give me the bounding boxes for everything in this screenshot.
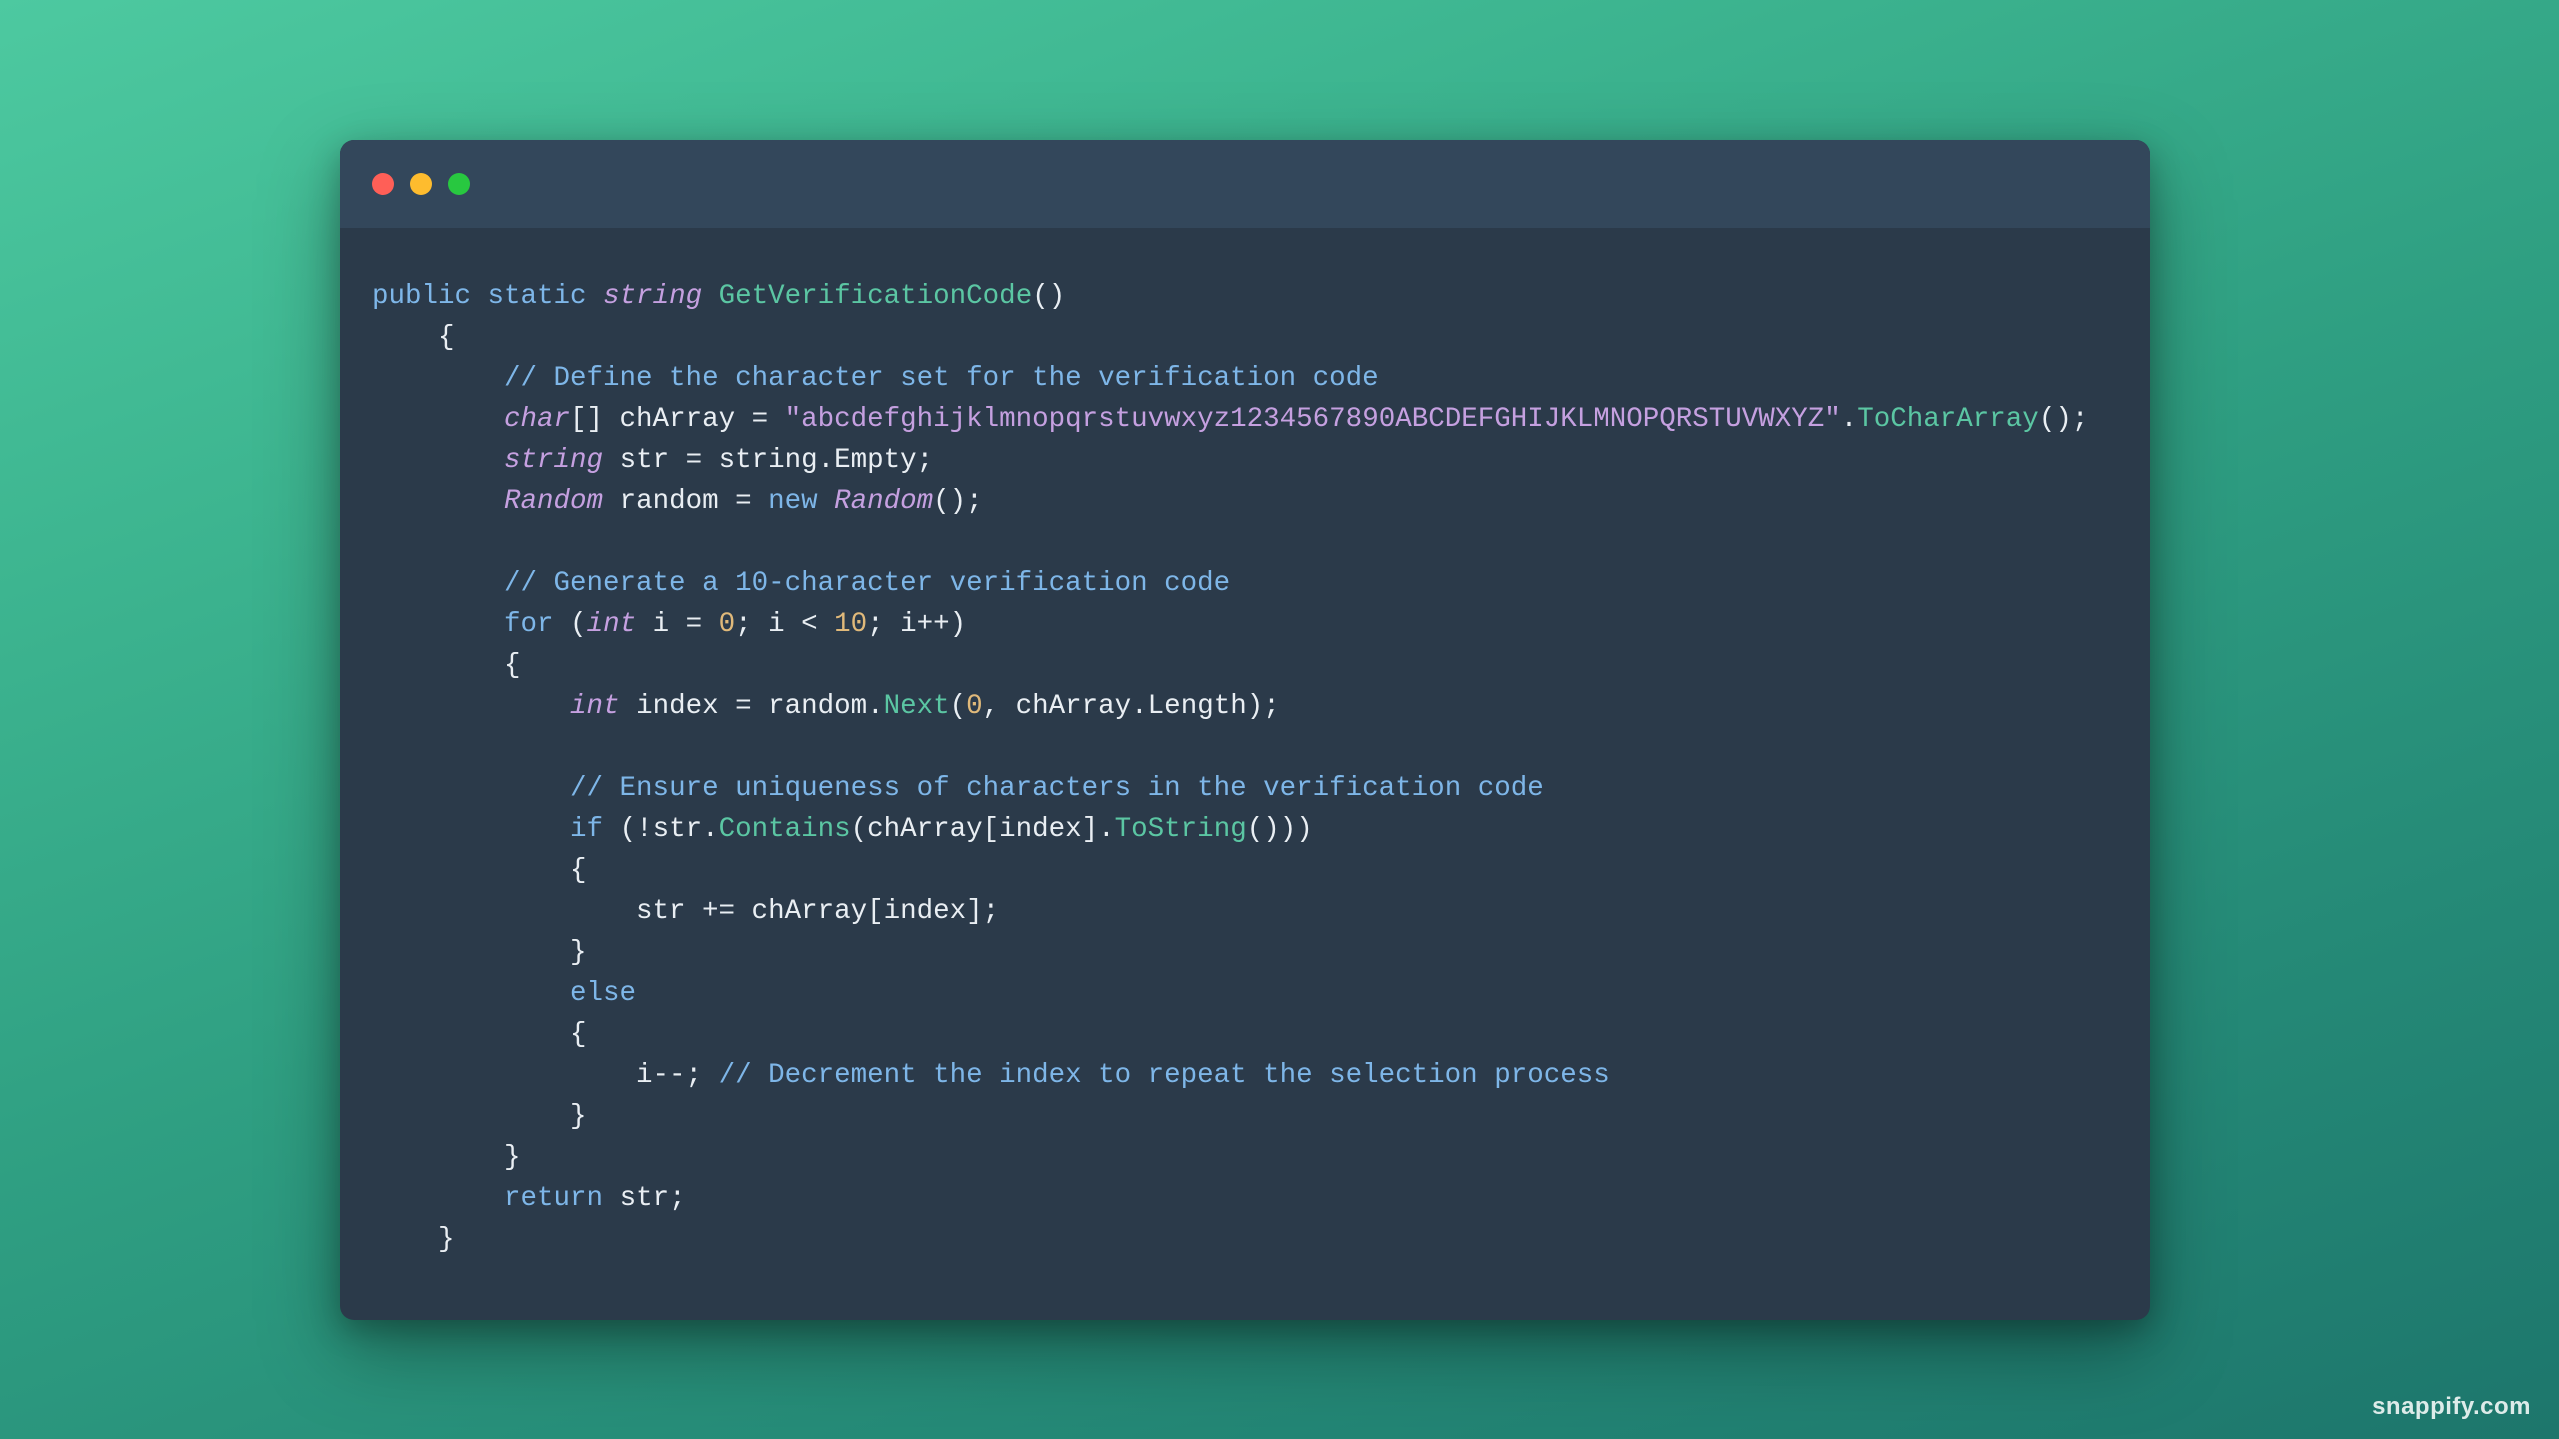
close-icon[interactable] [372, 173, 394, 195]
window-titlebar [340, 140, 2150, 228]
watermark-label: snappify.com [2372, 1393, 2531, 1421]
code-content: public static string GetVerificationCode… [340, 228, 2150, 1320]
minimize-icon[interactable] [410, 173, 432, 195]
code-window: public static string GetVerificationCode… [340, 140, 2150, 1320]
maximize-icon[interactable] [448, 173, 470, 195]
